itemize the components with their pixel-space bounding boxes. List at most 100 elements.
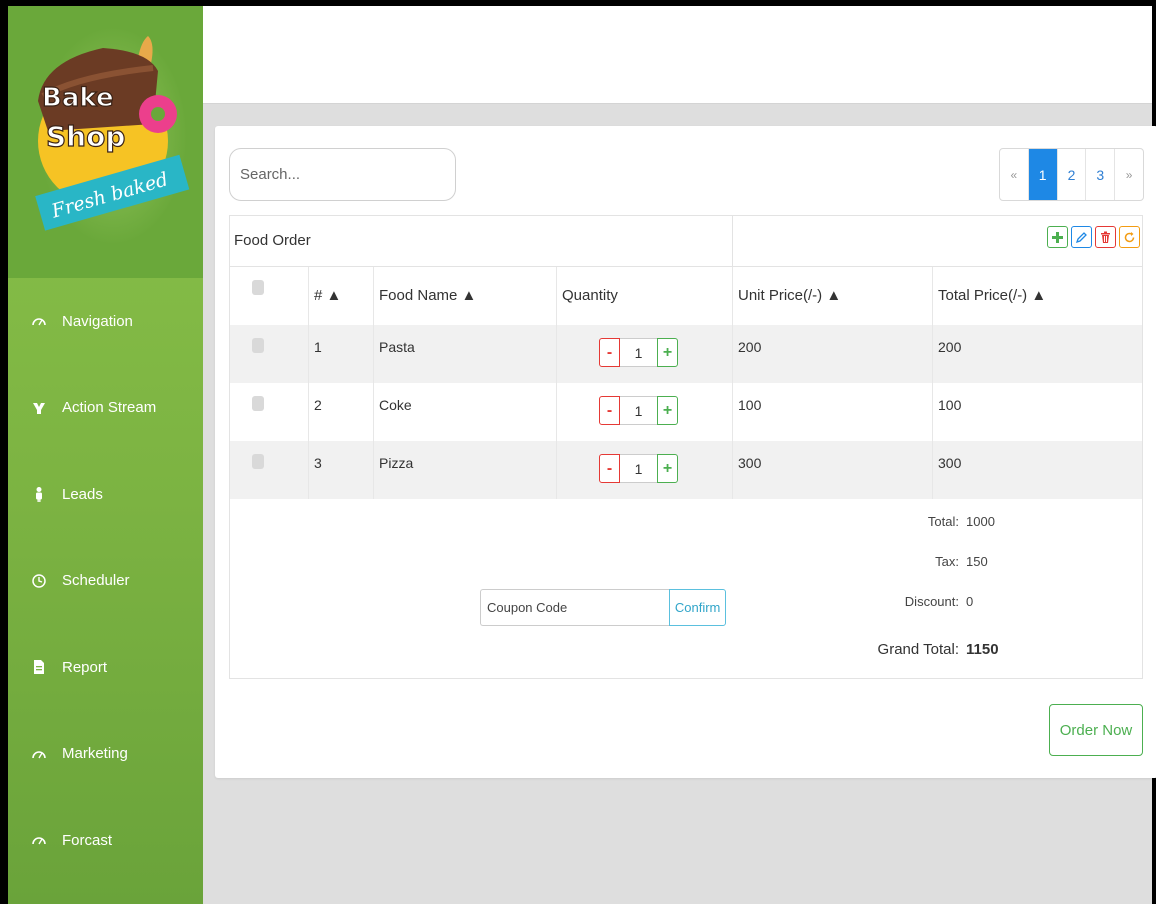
- table-toolbar: Food Order: [230, 216, 1142, 267]
- action-stream-icon: [28, 397, 50, 419]
- plus-icon: [1052, 231, 1063, 243]
- pencil-icon: [1075, 231, 1087, 243]
- pagination-prev[interactable]: «: [1000, 149, 1029, 200]
- column-header-label: Food Name ▲: [379, 287, 477, 304]
- toolbar-divider: [732, 216, 733, 267]
- refresh-icon: [1124, 231, 1135, 242]
- sidebar-item-label: Marketing: [62, 745, 128, 763]
- food-name: Pasta: [379, 339, 415, 355]
- select-cell: [230, 441, 308, 499]
- sidebar-item-navigation[interactable]: Navigation: [8, 278, 203, 365]
- discount-label: Discount:: [904, 594, 959, 609]
- sidebar-item-label: Leads: [62, 485, 103, 503]
- column-header-food-name[interactable]: Food Name ▲: [373, 267, 556, 325]
- total-price-cell: 200: [932, 325, 1142, 383]
- unit-price: 100: [738, 397, 762, 413]
- table-header-row: # ▲ Food Name ▲ Quantity Unit Price(/-) …: [230, 267, 1142, 325]
- row-checkbox[interactable]: [252, 396, 264, 411]
- delete-button[interactable]: [1095, 226, 1116, 248]
- total-price: 200: [938, 339, 962, 355]
- decrease-quantity-button[interactable]: -: [599, 454, 620, 483]
- pagination-page-3[interactable]: 3: [1086, 149, 1116, 200]
- quantity-value[interactable]: 1: [620, 454, 657, 483]
- food-name-cell: Pasta: [373, 325, 556, 383]
- grand-total-label: Grand Total:: [877, 641, 959, 658]
- confirm-coupon-button[interactable]: Confirm: [669, 589, 726, 626]
- sidebar-item-action-stream[interactable]: Action Stream: [8, 365, 203, 452]
- table-title: Food Order: [234, 232, 311, 249]
- coupon-code-input[interactable]: [480, 589, 670, 626]
- row-number: 1: [314, 339, 322, 355]
- column-header-label: Quantity: [562, 287, 618, 304]
- column-header-unit-price[interactable]: Unit Price(/-) ▲: [732, 267, 932, 325]
- clock-icon: [28, 570, 50, 592]
- top-header: [203, 6, 1152, 104]
- quantity-stepper: - 1 +: [599, 454, 678, 483]
- sidebar-item-leads[interactable]: Leads: [8, 451, 203, 538]
- sidebar-item-forcast[interactable]: Forcast: [8, 797, 203, 884]
- tax-label: Tax:: [935, 554, 959, 569]
- decrease-quantity-button[interactable]: -: [599, 396, 620, 425]
- sidebar-item-scheduler[interactable]: Scheduler: [8, 538, 203, 625]
- sidebar: Bake Shop Fresh baked Navigation Action …: [8, 6, 203, 904]
- total-value: 1000: [966, 514, 995, 529]
- number-cell: 1: [308, 325, 373, 383]
- pagination-page-2[interactable]: 2: [1058, 149, 1087, 200]
- pagination-next[interactable]: »: [1115, 149, 1143, 200]
- table-row: 1 Pasta - 1 + 200 200: [230, 325, 1142, 383]
- select-cell: [230, 325, 308, 383]
- food-name: Coke: [379, 397, 412, 413]
- add-button[interactable]: [1047, 226, 1068, 248]
- decrease-quantity-button[interactable]: -: [599, 338, 620, 367]
- row-checkbox[interactable]: [252, 338, 264, 353]
- column-header-number[interactable]: # ▲: [308, 267, 373, 325]
- food-order-table: Food Order # ▲ Food Name ▲ Quantity Unit…: [229, 215, 1143, 679]
- unit-price: 300: [738, 455, 762, 471]
- sidebar-nav: Navigation Action Stream Leads Scheduler…: [8, 278, 203, 884]
- increase-quantity-button[interactable]: +: [657, 338, 678, 367]
- total-price-cell: 100: [932, 383, 1142, 441]
- quantity-stepper: - 1 +: [599, 338, 678, 367]
- row-checkbox[interactable]: [252, 454, 264, 469]
- increase-quantity-button[interactable]: +: [657, 396, 678, 425]
- column-header-quantity: Quantity: [556, 267, 732, 325]
- select-all-checkbox[interactable]: [252, 280, 264, 295]
- number-cell: 3: [308, 441, 373, 499]
- total-price-cell: 300: [932, 441, 1142, 499]
- sidebar-item-report[interactable]: Report: [8, 624, 203, 711]
- number-cell: 2: [308, 383, 373, 441]
- table-row: 3 Pizza - 1 + 300 300: [230, 441, 1142, 499]
- table-row: 2 Coke - 1 + 100 100: [230, 383, 1142, 441]
- people-icon: [28, 483, 50, 505]
- brand-line1: Bake: [42, 83, 114, 113]
- total-price: 300: [938, 455, 962, 471]
- logo[interactable]: Bake Shop Fresh baked: [8, 6, 203, 278]
- increase-quantity-button[interactable]: +: [657, 454, 678, 483]
- document-icon: [28, 656, 50, 678]
- quantity-value[interactable]: 1: [620, 338, 657, 367]
- refresh-button[interactable]: [1119, 226, 1140, 248]
- column-header-total-price[interactable]: Total Price(/-) ▲: [932, 267, 1142, 325]
- sidebar-item-label: Report: [62, 658, 108, 676]
- row-number: 3: [314, 455, 322, 471]
- sidebar-item-label: Scheduler: [62, 572, 130, 590]
- order-now-button[interactable]: Order Now: [1049, 704, 1143, 756]
- donut-hole: [151, 107, 165, 121]
- edit-button[interactable]: [1071, 226, 1092, 248]
- row-number: 2: [314, 397, 322, 413]
- search-input[interactable]: [229, 148, 456, 201]
- sidebar-item-label: Forcast: [62, 831, 113, 849]
- pagination: « 1 2 3 »: [999, 148, 1144, 201]
- trash-icon: [1101, 231, 1110, 243]
- sidebar-item-marketing[interactable]: Marketing: [8, 711, 203, 798]
- coupon-group: Confirm: [480, 589, 726, 626]
- gauge-icon: [28, 310, 50, 332]
- sidebar-item-label: Action Stream: [62, 399, 157, 417]
- gauge-icon: [28, 743, 50, 765]
- select-cell: [230, 383, 308, 441]
- food-name-cell: Coke: [373, 383, 556, 441]
- bake-shop-logo: Bake Shop Fresh baked: [35, 36, 190, 231]
- quantity-value[interactable]: 1: [620, 396, 657, 425]
- quantity-stepper: - 1 +: [599, 396, 678, 425]
- pagination-page-1[interactable]: 1: [1028, 149, 1058, 200]
